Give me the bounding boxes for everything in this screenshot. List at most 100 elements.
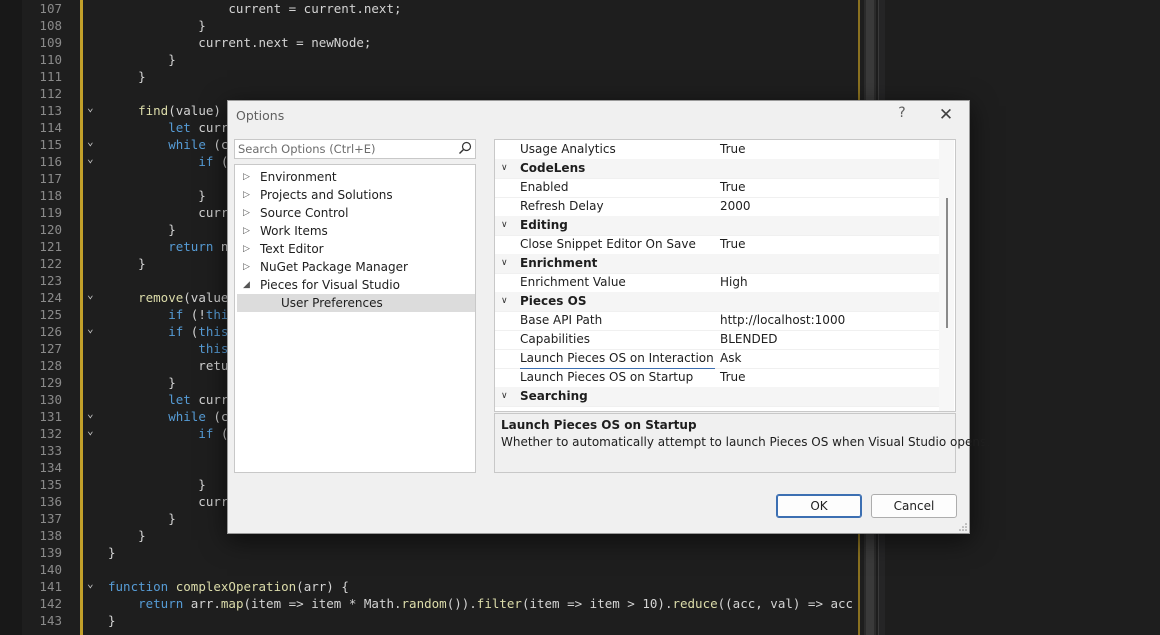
category-label: Editing xyxy=(520,218,568,232)
property-row[interactable]: Refresh Delay 2000 xyxy=(495,197,939,217)
code-line[interactable]: 139} xyxy=(0,544,860,561)
tree-item-label: Source Control xyxy=(260,206,349,220)
code-line[interactable]: 140 xyxy=(0,561,860,578)
line-number: 135 xyxy=(39,477,62,492)
tree-item-label: Text Editor xyxy=(260,242,324,256)
code-line[interactable]: 108 } xyxy=(0,17,860,34)
line-number: 111 xyxy=(39,69,62,84)
expanded-arrow-icon[interactable]: ◢ xyxy=(243,276,253,294)
fold-chevron-icon[interactable]: ⌄ xyxy=(87,133,99,150)
property-name: Base API Path xyxy=(520,313,603,327)
code-text: if ( xyxy=(198,154,229,169)
category-collapse-icon[interactable]: ∨ xyxy=(501,387,508,406)
tree-item-environment[interactable]: ▷ Environment xyxy=(235,168,475,186)
collapsed-arrow-icon[interactable]: ▷ xyxy=(243,204,253,222)
collapsed-arrow-icon[interactable]: ▷ xyxy=(243,222,253,240)
tree-item-user-preferences[interactable]: User Preferences xyxy=(237,294,475,312)
code-text: retu xyxy=(108,358,229,373)
fold-chevron-icon[interactable]: ⌄ xyxy=(87,286,99,303)
close-icon[interactable]: ✕ xyxy=(935,104,957,126)
fold-chevron-icon[interactable]: ⌄ xyxy=(87,422,99,439)
help-button[interactable]: ? xyxy=(893,105,911,125)
category-collapse-icon[interactable]: ∨ xyxy=(501,292,508,311)
property-category[interactable]: ∨ Pieces OS xyxy=(495,292,939,312)
property-row[interactable]: Launch Pieces OS on Startup True xyxy=(495,368,939,388)
tree-item-source-control[interactable]: ▷ Source Control xyxy=(235,204,475,222)
tree-item-pieces-for-visual-studio[interactable]: ◢ Pieces for Visual Studio xyxy=(235,276,475,294)
property-value[interactable]: True xyxy=(720,368,746,387)
property-category[interactable]: ∨ Searching xyxy=(495,387,939,407)
code-line[interactable]: 109 current.next = newNode; xyxy=(0,34,860,51)
property-name: Launch Pieces OS on Interaction xyxy=(520,349,715,369)
code-line[interactable]: 143} xyxy=(0,612,860,629)
search-icon[interactable] xyxy=(458,141,472,155)
collapsed-arrow-icon[interactable]: ▷ xyxy=(243,240,253,258)
category-collapse-icon[interactable]: ∨ xyxy=(501,254,508,273)
property-category[interactable]: ∨ CodeLens xyxy=(495,159,939,179)
property-row[interactable]: Launch Pieces OS on Interaction Ask xyxy=(495,349,939,369)
dialog-title: Options xyxy=(236,108,285,123)
code-text: remove(value xyxy=(138,290,229,305)
line-number: 125 xyxy=(39,307,62,322)
code-text: if (!thi xyxy=(168,307,229,322)
fold-chevron-icon[interactable]: ⌄ xyxy=(87,575,99,592)
fold-chevron-icon[interactable]: ⌄ xyxy=(87,99,99,116)
code-line[interactable]: 107 current = current.next; xyxy=(0,0,860,17)
ok-button[interactable]: OK xyxy=(776,494,862,518)
code-text: if ( xyxy=(198,426,229,441)
category-collapse-icon[interactable]: ∨ xyxy=(501,159,508,178)
line-number: 109 xyxy=(39,35,62,50)
tree-item-label: NuGet Package Manager xyxy=(260,260,408,274)
property-row[interactable]: Enabled True xyxy=(495,178,939,198)
property-value[interactable]: True xyxy=(720,140,746,159)
property-row[interactable]: Capabilities BLENDED xyxy=(495,330,939,350)
code-line[interactable]: 141 ⌄ function complexOperation(arr) { xyxy=(0,575,860,595)
property-value[interactable]: BLENDED xyxy=(720,330,778,349)
code-text: } xyxy=(108,52,176,67)
tree-item-text-editor[interactable]: ▷ Text Editor xyxy=(235,240,475,258)
property-value[interactable]: Ask xyxy=(720,349,741,368)
cancel-button[interactable]: Cancel xyxy=(871,494,957,518)
tree-item-projects-and-solutions[interactable]: ▷ Projects and Solutions xyxy=(235,186,475,204)
line-number: 116 xyxy=(39,154,62,169)
code-text: } xyxy=(108,477,206,492)
property-value[interactable]: True xyxy=(720,235,746,254)
options-tree[interactable]: ▷ Environment ▷ Projects and Solutions ▷ Sour… xyxy=(234,164,476,473)
code-line[interactable]: 110 } xyxy=(0,51,860,68)
property-row[interactable]: Base API Path http://localhost:1000 xyxy=(495,311,939,331)
property-value[interactable]: http://localhost:1000 xyxy=(720,311,845,330)
property-grid-scrollbar[interactable] xyxy=(939,140,954,411)
property-category[interactable]: ∨ Enrichment xyxy=(495,254,939,274)
property-grid-scrollbar-thumb[interactable] xyxy=(946,198,948,328)
collapsed-arrow-icon[interactable]: ▷ xyxy=(243,168,253,186)
property-row[interactable]: Close Snippet Editor On Save True xyxy=(495,235,939,255)
resize-grip-icon[interactable] xyxy=(959,523,967,531)
fold-chevron-icon[interactable]: ⌄ xyxy=(87,150,99,167)
options-dialog: Options ? ✕ ▷ Environment ▷ Projects and So… xyxy=(227,100,990,534)
property-value[interactable]: True xyxy=(720,178,746,197)
property-name: Enabled xyxy=(520,180,569,194)
search-options-box[interactable] xyxy=(234,139,476,159)
property-grid[interactable]: Usage Analytics True ∨ CodeLens Enabled True R… xyxy=(494,139,956,412)
code-text: return arr.map(item => item * Math.rando… xyxy=(138,596,854,611)
code-line[interactable]: 142 return arr.map(item => item * Math.r… xyxy=(0,595,860,612)
tree-item-work-items[interactable]: ▷ Work Items xyxy=(235,222,475,240)
code-text: return n xyxy=(168,239,229,254)
code-text: } xyxy=(108,613,116,628)
property-row[interactable]: Usage Analytics True xyxy=(495,140,939,160)
fold-chevron-icon[interactable]: ⌄ xyxy=(87,405,99,422)
code-line[interactable]: 111 } xyxy=(0,68,860,85)
search-input[interactable] xyxy=(238,141,448,156)
tree-item-nuget-package-manager[interactable]: ▷ NuGet Package Manager xyxy=(235,258,475,276)
collapsed-arrow-icon[interactable]: ▷ xyxy=(243,186,253,204)
category-collapse-icon[interactable]: ∨ xyxy=(501,216,508,235)
property-row[interactable]: Enrichment Value High xyxy=(495,273,939,293)
collapsed-arrow-icon[interactable]: ▷ xyxy=(243,258,253,276)
fold-chevron-icon[interactable]: ⌄ xyxy=(87,320,99,337)
line-number: 131 xyxy=(39,409,62,424)
property-category[interactable]: ∨ Editing xyxy=(495,216,939,236)
property-value[interactable]: 2000 xyxy=(720,197,751,216)
line-number: 141 xyxy=(39,579,62,594)
property-value[interactable]: High xyxy=(720,273,748,292)
line-number: 128 xyxy=(39,358,62,373)
